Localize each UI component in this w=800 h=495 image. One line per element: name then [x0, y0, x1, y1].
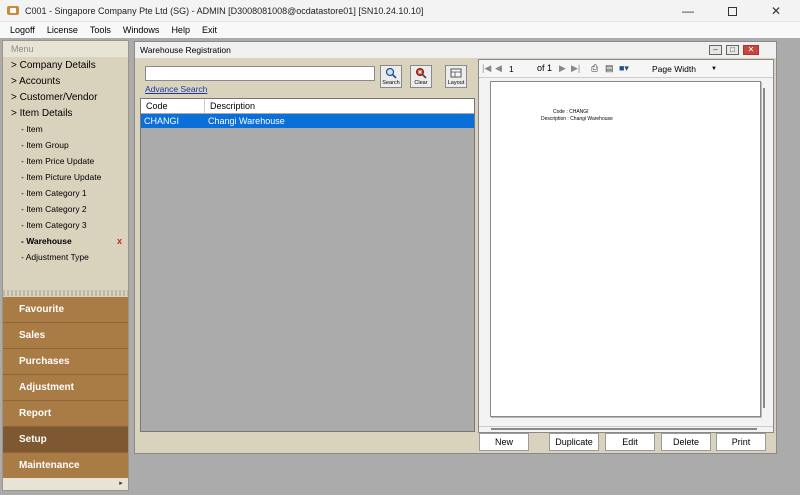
report-page: Code : CHANGI Description : Changi Wareh… [490, 81, 761, 417]
module-purchases[interactable]: Purchases [3, 349, 128, 375]
module-nav: Favourite Sales Purchases Adjustment Rep… [3, 297, 128, 479]
delete-button[interactable]: Delete [661, 433, 711, 451]
page-setup-icon[interactable]: ▤ [605, 63, 614, 74]
cell-code: CHANGI [144, 116, 180, 126]
clear-button[interactable]: Clear [410, 65, 432, 88]
grid-header: Code Description [141, 99, 474, 114]
cell-description: Changi Warehouse [208, 116, 285, 126]
module-setup[interactable]: Setup [3, 427, 128, 453]
print-icon[interactable]: ⎙ [591, 63, 598, 74]
sidebar-subitem-warehouse[interactable]: - Warehouse x [3, 233, 128, 249]
module-adjustment[interactable]: Adjustment [3, 375, 128, 401]
sidebar-subitem-item-category-2[interactable]: - Item Category 2 [3, 201, 128, 217]
menu-help[interactable]: Help [165, 25, 196, 35]
chevron-down-icon: ▼ [711, 66, 717, 72]
clear-button-label: Clear [414, 80, 428, 86]
child-close-button[interactable]: ✕ [743, 45, 759, 55]
column-header-description[interactable]: Description [205, 99, 474, 113]
child-window-title-text: Warehouse Registration [140, 45, 231, 55]
maximize-icon [727, 6, 737, 16]
menu-windows[interactable]: Windows [117, 25, 166, 35]
menu-bar: Logoff License Tools Windows Help Exit [0, 22, 800, 38]
app-logo-icon [7, 6, 19, 15]
module-favourite[interactable]: Favourite [3, 297, 128, 323]
close-icon: ✕ [770, 4, 782, 18]
sidebar-item-accounts[interactable]: > Accounts [3, 73, 128, 89]
sidebar-footer: ▸ [3, 478, 128, 490]
sidebar-subitem-adjustment-type[interactable]: - Adjustment Type [3, 249, 128, 265]
minimize-button[interactable]: — [666, 0, 710, 22]
advance-search-link[interactable]: Advance Search [145, 84, 207, 94]
layout-button-label: Layout [447, 80, 465, 86]
module-maintenance[interactable]: Maintenance [3, 453, 128, 479]
next-page-icon[interactable]: ▶ [559, 63, 566, 74]
horizontal-scroll-thumb[interactable] [491, 428, 757, 430]
child-minimize-button[interactable]: – [709, 45, 722, 55]
sidebar-subitem-item-category-1[interactable]: - Item Category 1 [3, 185, 128, 201]
clear-icon [416, 68, 427, 79]
module-report[interactable]: Report [3, 401, 128, 427]
search-icon [385, 67, 397, 79]
sidebar-item-item-details[interactable]: > Item Details [3, 105, 128, 121]
print-button[interactable]: Print [716, 433, 766, 451]
preview-toolbar: |◀ ◀ of 1 ▶ ▶| ⎙ ▤ ■▾ Page Width ▼ [479, 60, 773, 78]
new-button[interactable]: New [479, 433, 529, 451]
report-description-line: Description : Changi Warehouse [541, 116, 613, 122]
menu-license[interactable]: License [41, 25, 84, 35]
horizontal-scrollbar[interactable] [479, 426, 773, 430]
close-button[interactable]: ✕ [754, 0, 798, 22]
report-code-line: Code : CHANGI [553, 109, 589, 115]
sidebar-subitem-item[interactable]: - Item [3, 121, 128, 137]
child-minimize-icon: – [713, 45, 718, 54]
last-page-icon[interactable]: ▶| [571, 63, 580, 74]
search-button[interactable]: Search [380, 65, 402, 88]
first-page-icon[interactable]: |◀ [482, 63, 491, 74]
module-sales[interactable]: Sales [3, 323, 128, 349]
menu-logoff[interactable]: Logoff [4, 25, 41, 35]
layout-icon [450, 68, 462, 78]
edit-button[interactable]: Edit [605, 433, 655, 451]
page-number-input[interactable] [509, 63, 535, 75]
menu-tools[interactable]: Tools [84, 25, 117, 35]
sidebar-subitem-item-category-3[interactable]: - Item Category 3 [3, 217, 128, 233]
expand-icon[interactable]: ▸ [117, 480, 125, 488]
sidebar-splitter[interactable] [3, 290, 128, 296]
column-header-code[interactable]: Code [141, 99, 205, 113]
child-restore-button[interactable]: □ [726, 45, 739, 55]
window-titlebar: C001 - Singapore Company Pte Ltd (SG) - … [0, 0, 800, 22]
child-close-icon: ✕ [747, 45, 755, 54]
maximize-button[interactable] [710, 0, 754, 22]
child-restore-icon: □ [730, 45, 735, 54]
sidebar-subitem-item-group[interactable]: - Item Group [3, 137, 128, 153]
close-tab-icon[interactable]: x [117, 236, 122, 246]
sidebar-subitem-item-price-update[interactable]: - Item Price Update [3, 153, 128, 169]
duplicate-button[interactable]: Duplicate [549, 433, 599, 451]
search-input[interactable] [145, 66, 375, 81]
child-window-title: Warehouse Registration [135, 42, 776, 58]
prev-page-icon[interactable]: ◀ [495, 63, 502, 74]
minimize-icon: — [682, 4, 694, 18]
page-count: of 1 [537, 63, 553, 73]
sidebar-item-customer-vendor[interactable]: > Customer/Vendor [3, 89, 128, 105]
menu-exit[interactable]: Exit [196, 25, 223, 35]
window-title: C001 - Singapore Company Pte Ltd (SG) - … [25, 5, 424, 16]
table-row[interactable]: CHANGI Changi Warehouse [141, 114, 474, 128]
preview-canvas: Code : CHANGI Description : Changi Wareh… [479, 78, 773, 432]
sidebar-subitem-warehouse-label: - Warehouse [21, 236, 72, 246]
sidebar: Menu > Company Details > Accounts > Cust… [2, 40, 129, 491]
zoom-value: Page Width [652, 64, 696, 74]
layout-button[interactable]: Layout [445, 65, 467, 88]
report-preview: |◀ ◀ of 1 ▶ ▶| ⎙ ▤ ■▾ Page Width ▼ Code … [478, 59, 774, 433]
sidebar-item-company-details[interactable]: > Company Details [3, 57, 128, 73]
export-icon[interactable]: ■▾ [619, 63, 629, 74]
search-button-label: Search [382, 80, 400, 86]
warehouse-grid: Code Description CHANGI Changi Warehouse [140, 98, 475, 432]
vertical-scrollbar[interactable] [763, 88, 765, 408]
sidebar-subitem-item-picture-update[interactable]: - Item Picture Update [3, 169, 128, 185]
zoom-select[interactable]: Page Width ▼ [649, 62, 717, 76]
sidebar-header: Menu [3, 41, 128, 57]
warehouse-registration-window: Warehouse Registration – □ ✕ Advance Sea… [134, 41, 777, 454]
